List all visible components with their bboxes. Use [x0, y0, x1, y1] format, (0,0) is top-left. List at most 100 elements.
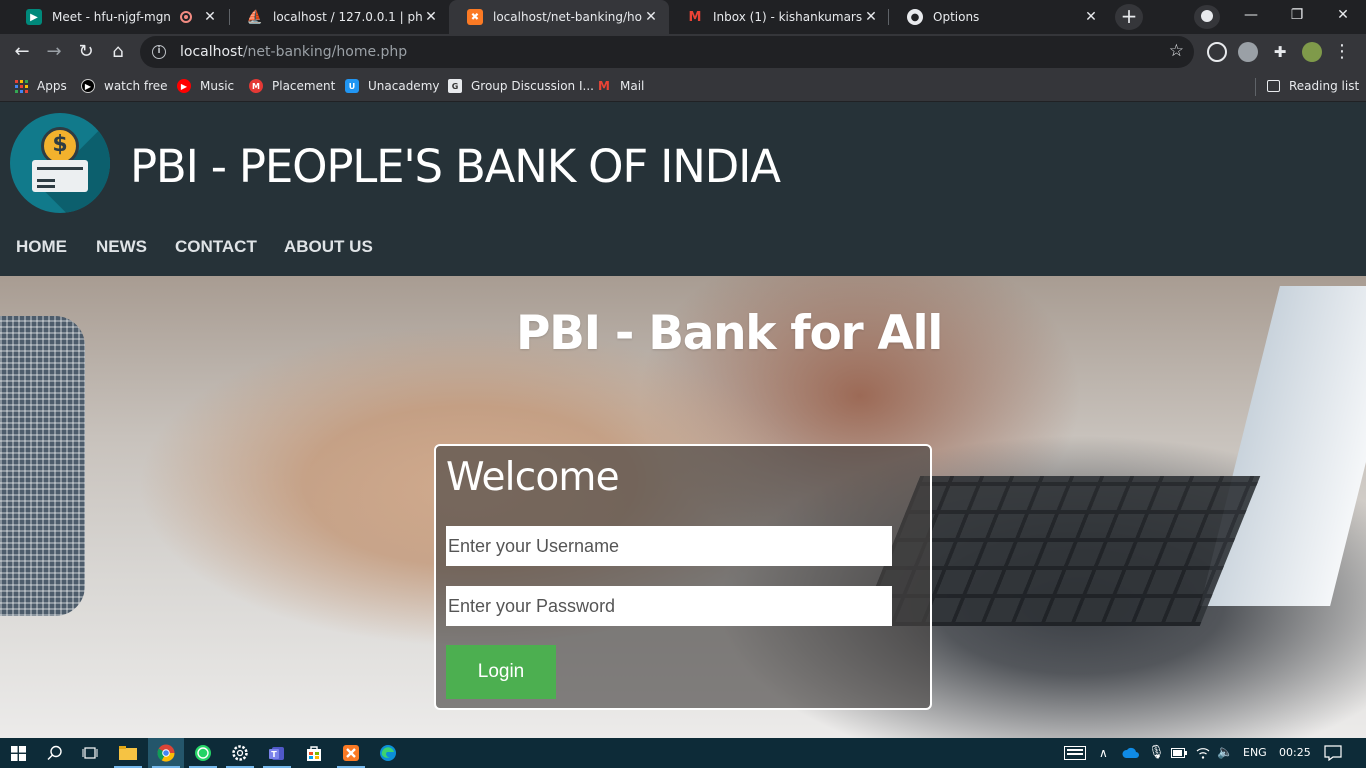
tab-title: localhost/net-banking/home.php	[493, 10, 643, 24]
home-icon[interactable]: ⌂	[104, 38, 132, 66]
nav-home[interactable]: HOME	[16, 237, 67, 257]
edge-icon[interactable]	[370, 738, 406, 768]
profile-avatar[interactable]	[1302, 42, 1322, 62]
task-view-icon[interactable]	[72, 738, 108, 768]
tab-title: Inbox (1) - kishankumarsingh	[713, 10, 863, 24]
tab-net-banking[interactable]: ✖ localhost/net-banking/home.php ✕	[449, 0, 669, 34]
gmail-icon: M	[688, 9, 702, 25]
microphone-icon[interactable]: 🎙	[1148, 738, 1165, 768]
address-bar[interactable]: i localhost/net-banking/home.php ☆	[140, 36, 1194, 68]
site-header: $ PBI - PEOPLE'S BANK OF INDIA HOME NEWS…	[0, 102, 1366, 276]
minimize-button[interactable]: —	[1228, 0, 1274, 32]
bookmark-label: Mail	[620, 79, 645, 93]
extension-cloud-icon[interactable]	[1238, 42, 1258, 62]
browser-tab-strip: ▶ Meet - hfu-njgf-mgn ✕ ⛵ localhost / 12…	[0, 0, 1366, 34]
tab-options[interactable]: ● Options ✕	[889, 0, 1109, 34]
bookmark-group-discussion[interactable]: G Group Discussion I...	[448, 77, 594, 95]
reload-icon[interactable]: ↻	[72, 38, 100, 66]
forward-arrow-icon[interactable]: →	[40, 38, 68, 66]
web-page: $ PBI - PEOPLE'S BANK OF INDIA HOME NEWS…	[0, 102, 1366, 738]
nav-about-us[interactable]: ABOUT US	[284, 237, 373, 257]
phpmyadmin-icon: ⛵	[246, 9, 264, 25]
close-tab-icon[interactable]: ✕	[643, 9, 659, 25]
bookmark-unacademy[interactable]: U Unacademy	[345, 77, 439, 95]
bookmark-placement[interactable]: M Placement	[249, 77, 335, 95]
bookmark-label: Unacademy	[368, 79, 440, 93]
extension-monitor-icon[interactable]	[1207, 42, 1227, 62]
close-window-button[interactable]: ✕	[1320, 0, 1366, 32]
show-hidden-icons-icon[interactable]: ∧	[1099, 738, 1108, 768]
hero-title: PBI - Bank for All	[516, 306, 943, 361]
youtube-music-icon: ▶	[177, 79, 191, 93]
clock[interactable]: 00:25	[1279, 738, 1311, 768]
wifi-icon[interactable]	[1196, 738, 1210, 768]
tab-phpmyadmin[interactable]: ⛵ localhost / 127.0.0.1 | phpMyAdmin ✕	[229, 0, 449, 34]
github-icon: ●	[907, 9, 923, 25]
tab-search-button[interactable]	[1194, 5, 1220, 29]
browser-toolbar: ← → ↻ ⌂ i localhost/net-banking/home.php…	[0, 34, 1366, 70]
bookmark-music[interactable]: ▶ Music	[177, 77, 234, 95]
tab-gmail[interactable]: M Inbox (1) - kishankumarsingh ✕	[669, 0, 889, 34]
bookmark-label: Group Discussion I...	[471, 79, 594, 93]
bookmark-label: watch free	[104, 79, 168, 93]
whatsapp-icon[interactable]	[185, 738, 221, 768]
unacademy-icon: U	[345, 79, 359, 93]
restore-button[interactable]: ❐	[1274, 0, 1320, 32]
back-arrow-icon[interactable]: ←	[8, 38, 36, 66]
play-icon: ▶	[81, 79, 95, 93]
tab-meet[interactable]: ▶ Meet - hfu-njgf-mgn ✕	[8, 0, 228, 34]
bank-logo: $	[10, 113, 110, 213]
onedrive-icon[interactable]	[1122, 738, 1140, 768]
tab-title: Options	[933, 10, 980, 24]
bookmark-watch-free[interactable]: ▶ watch free	[81, 77, 168, 95]
close-tab-icon[interactable]: ✕	[863, 9, 879, 25]
close-tab-icon[interactable]: ✕	[1083, 9, 1099, 25]
bookmark-mail[interactable]: M Mail	[597, 77, 644, 95]
xampp-icon: ✖	[467, 9, 483, 25]
settings-icon[interactable]	[222, 738, 258, 768]
teams-icon[interactable]: T	[259, 738, 295, 768]
nav-contact[interactable]: CONTACT	[175, 237, 257, 257]
tab-title: localhost / 127.0.0.1 | phpMyAdmin	[273, 10, 423, 24]
volume-icon[interactable]: 🔈	[1217, 738, 1233, 768]
apps-grid-icon	[15, 79, 28, 93]
bookmark-apps[interactable]: Apps	[15, 77, 67, 95]
xampp-icon[interactable]	[333, 738, 369, 768]
address-path: /net-banking/home.php	[242, 44, 408, 60]
battery-icon[interactable]	[1171, 738, 1187, 768]
site-info-icon[interactable]: i	[152, 45, 166, 59]
bookmark-star-icon[interactable]: ☆	[1169, 41, 1184, 61]
windows-taskbar: T ∧ 🎙 🔈 ENG 00:25	[0, 738, 1366, 768]
chrome-icon[interactable]	[148, 738, 184, 768]
close-tab-icon[interactable]: ✕	[202, 9, 218, 25]
search-icon[interactable]	[37, 738, 73, 768]
reading-list-icon	[1267, 80, 1280, 92]
google-meet-icon: ▶	[26, 9, 42, 25]
store-icon[interactable]	[296, 738, 332, 768]
reading-list-label: Reading list	[1289, 79, 1360, 93]
address-host: localhost	[180, 44, 243, 60]
login-button[interactable]: Login	[446, 645, 556, 699]
nav-news[interactable]: NEWS	[96, 237, 147, 257]
chrome-menu-icon[interactable]: ⋮	[1328, 38, 1356, 66]
password-input[interactable]	[446, 586, 892, 626]
notifications-icon[interactable]	[1324, 738, 1342, 768]
bookmarks-bar: Apps ▶ watch free ▶ Music M Placement U …	[0, 70, 1366, 102]
group-discussion-icon: G	[448, 79, 462, 93]
login-heading: Welcome	[446, 455, 620, 500]
language-indicator[interactable]: ENG	[1243, 738, 1267, 768]
username-input[interactable]	[446, 526, 892, 566]
hero-background-image	[0, 316, 85, 616]
touch-keyboard-icon[interactable]	[1064, 738, 1086, 768]
tab-title: Meet - hfu-njgf-mgn	[52, 10, 171, 24]
reading-list-button[interactable]: Reading list	[1267, 77, 1359, 95]
new-tab-button[interactable]: +	[1115, 4, 1143, 30]
site-title: PBI - PEOPLE'S BANK OF INDIA	[130, 140, 781, 193]
close-tab-icon[interactable]: ✕	[423, 9, 439, 25]
gmail-icon: M	[598, 79, 610, 93]
windows-start-icon[interactable]	[0, 738, 36, 768]
placement-icon: M	[249, 79, 263, 93]
extensions-puzzle-icon[interactable]: ✚	[1266, 38, 1294, 66]
bookmark-label: Placement	[272, 79, 336, 93]
file-explorer-icon[interactable]	[110, 738, 146, 768]
